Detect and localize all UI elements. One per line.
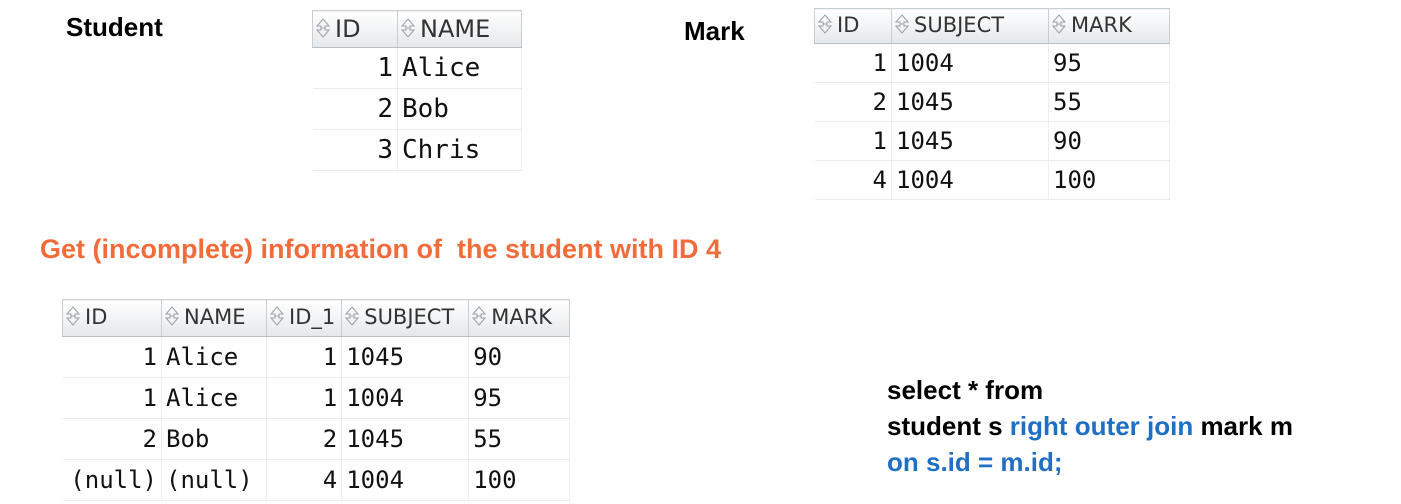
- sort-arrows-icon: [344, 305, 360, 331]
- table-cell: 1045: [891, 82, 1049, 122]
- column-header-label: NAME: [184, 305, 246, 330]
- table-cell: 2: [266, 418, 343, 460]
- column-header-label: ID_1: [289, 305, 336, 330]
- table-row: 1 Alice 1 1045 90: [62, 336, 571, 378]
- column-header-label: ID: [85, 305, 108, 330]
- column-header-name[interactable]: NAME: [397, 10, 522, 48]
- sort-arrows-icon: [269, 305, 285, 331]
- table-cell: 1004: [891, 160, 1049, 200]
- column-header-label: NAME: [420, 14, 491, 43]
- cell-id: 2: [312, 88, 398, 130]
- column-header-id[interactable]: ID: [62, 299, 162, 337]
- student-table: ID NAME 1 Alice 2 Bob 3 Chris: [312, 10, 522, 171]
- cell-name: Alice: [397, 47, 522, 89]
- table-cell: Bob: [161, 418, 267, 460]
- table-cell: 1: [266, 377, 343, 419]
- table-cell: 1045: [341, 336, 470, 378]
- column-header-id[interactable]: ID: [814, 8, 892, 44]
- cell-id: 3: [312, 129, 398, 171]
- column-header-id-1[interactable]: ID_1: [265, 299, 343, 337]
- query-line-1: select * from: [887, 375, 1044, 405]
- column-header-mark[interactable]: MARK: [468, 299, 571, 337]
- table-cell: 95: [1048, 43, 1170, 83]
- table-cell: (null): [62, 459, 162, 501]
- mark-table: ID SUBJECT MARK 1 1004 95 2 1045 55 1 1045 90 …: [814, 8, 1170, 200]
- table-cell: 1: [62, 377, 162, 419]
- column-header-label: MARK: [1071, 13, 1132, 38]
- table-row: 4 1004 100: [814, 160, 1170, 200]
- table-cell: 1: [814, 121, 892, 161]
- column-header-subject[interactable]: SUBJECT: [891, 8, 1049, 44]
- sql-query: select * from student s right outer join…: [887, 372, 1293, 480]
- table-row: 1 Alice 1 1004 95: [62, 377, 571, 419]
- table-cell: 1: [62, 336, 162, 378]
- column-header-label: SUBJECT: [364, 305, 455, 330]
- sort-arrows-icon: [164, 305, 180, 331]
- table-row: 1 1045 90: [814, 121, 1170, 161]
- table-cell: 4: [814, 160, 892, 200]
- column-header-label: ID: [335, 14, 361, 43]
- table-cell: 1004: [891, 43, 1049, 83]
- table-cell: 2: [62, 418, 162, 460]
- query-table-student: student s: [887, 411, 1010, 441]
- table-cell: 90: [1048, 121, 1170, 161]
- table-cell: 100: [1048, 160, 1170, 200]
- table-row: 1 1004 95: [814, 43, 1170, 83]
- table-cell: 2: [814, 82, 892, 122]
- table-row: 3 Chris: [312, 129, 522, 171]
- table-row: 2 Bob: [312, 88, 522, 130]
- table-cell: 55: [1048, 82, 1170, 122]
- result-table: ID NAME ID_1 SUBJECT MARK 1 Alice 1 1045 90 …: [62, 299, 571, 501]
- sort-arrows-icon: [1051, 13, 1067, 39]
- table-cell: 1004: [341, 459, 470, 501]
- table-cell: 1004: [341, 377, 470, 419]
- table-cell: 55: [468, 418, 571, 460]
- table-cell: 1: [814, 43, 892, 83]
- table-cell: Alice: [161, 336, 267, 378]
- column-header-name[interactable]: NAME: [161, 299, 267, 337]
- sort-arrows-icon: [400, 16, 416, 44]
- mark-title: Mark: [684, 16, 745, 46]
- table-cell: Alice: [161, 377, 267, 419]
- sort-arrows-icon: [817, 13, 833, 39]
- cell-name: Bob: [397, 88, 522, 130]
- table-cell: 1045: [341, 418, 470, 460]
- table-row: 2 1045 55: [814, 82, 1170, 122]
- table-row: (null) (null) 4 1004 100: [62, 459, 571, 501]
- query-on-clause: on s.id = m.id;: [887, 447, 1063, 477]
- sort-arrows-icon: [65, 305, 81, 331]
- query-join-keyword: right outer join: [1009, 411, 1194, 441]
- question-heading: Get (incomplete) information of the stud…: [40, 234, 721, 264]
- query-table-mark: mark m: [1193, 411, 1293, 441]
- column-header-mark[interactable]: MARK: [1048, 8, 1170, 44]
- table-cell: 100: [468, 459, 571, 501]
- cell-name: Chris: [397, 129, 522, 171]
- table-row: 1 Alice: [312, 47, 522, 89]
- table-cell: 1045: [891, 121, 1049, 161]
- column-header-id[interactable]: ID: [312, 10, 398, 48]
- table-cell: (null): [161, 459, 267, 501]
- sort-arrows-icon: [471, 305, 487, 331]
- student-title: Student: [66, 12, 163, 42]
- table-row: 2 Bob 2 1045 55: [62, 418, 571, 460]
- column-header-subject[interactable]: SUBJECT: [341, 299, 470, 337]
- table-cell: 1: [266, 336, 343, 378]
- column-header-label: MARK: [491, 305, 553, 330]
- sort-arrows-icon: [315, 16, 331, 44]
- column-header-label: ID: [837, 13, 860, 38]
- table-cell: 90: [468, 336, 571, 378]
- column-header-label: SUBJECT: [914, 13, 1005, 38]
- table-cell: 95: [468, 377, 571, 419]
- sort-arrows-icon: [894, 13, 910, 39]
- table-cell: 4: [266, 459, 343, 501]
- cell-id: 1: [312, 47, 398, 89]
